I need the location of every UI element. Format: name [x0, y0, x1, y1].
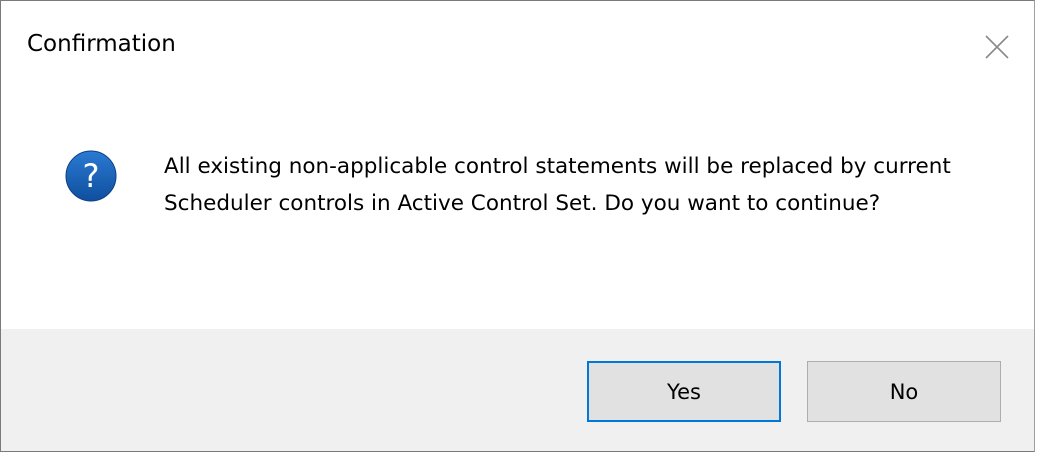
dialog-message: All existing non-applicable control stat…: [164, 154, 951, 216]
dialog-content: ? All existing non-applicable control st…: [1, 93, 1034, 329]
dialog-titlebar[interactable]: Confirmation: [1, 1, 1034, 93]
dialog-title: Confirmation: [27, 31, 176, 57]
no-button[interactable]: No: [807, 361, 1001, 422]
close-icon: [985, 35, 1009, 59]
dialog-footer: Yes No: [1, 329, 1034, 451]
question-glyph: ?: [83, 157, 100, 195]
close-button[interactable]: [969, 19, 1025, 75]
yes-button[interactable]: Yes: [587, 361, 781, 422]
question-icon: ?: [65, 150, 117, 202]
confirmation-dialog: Confirmation ? All existing non-applicab…: [0, 0, 1035, 452]
